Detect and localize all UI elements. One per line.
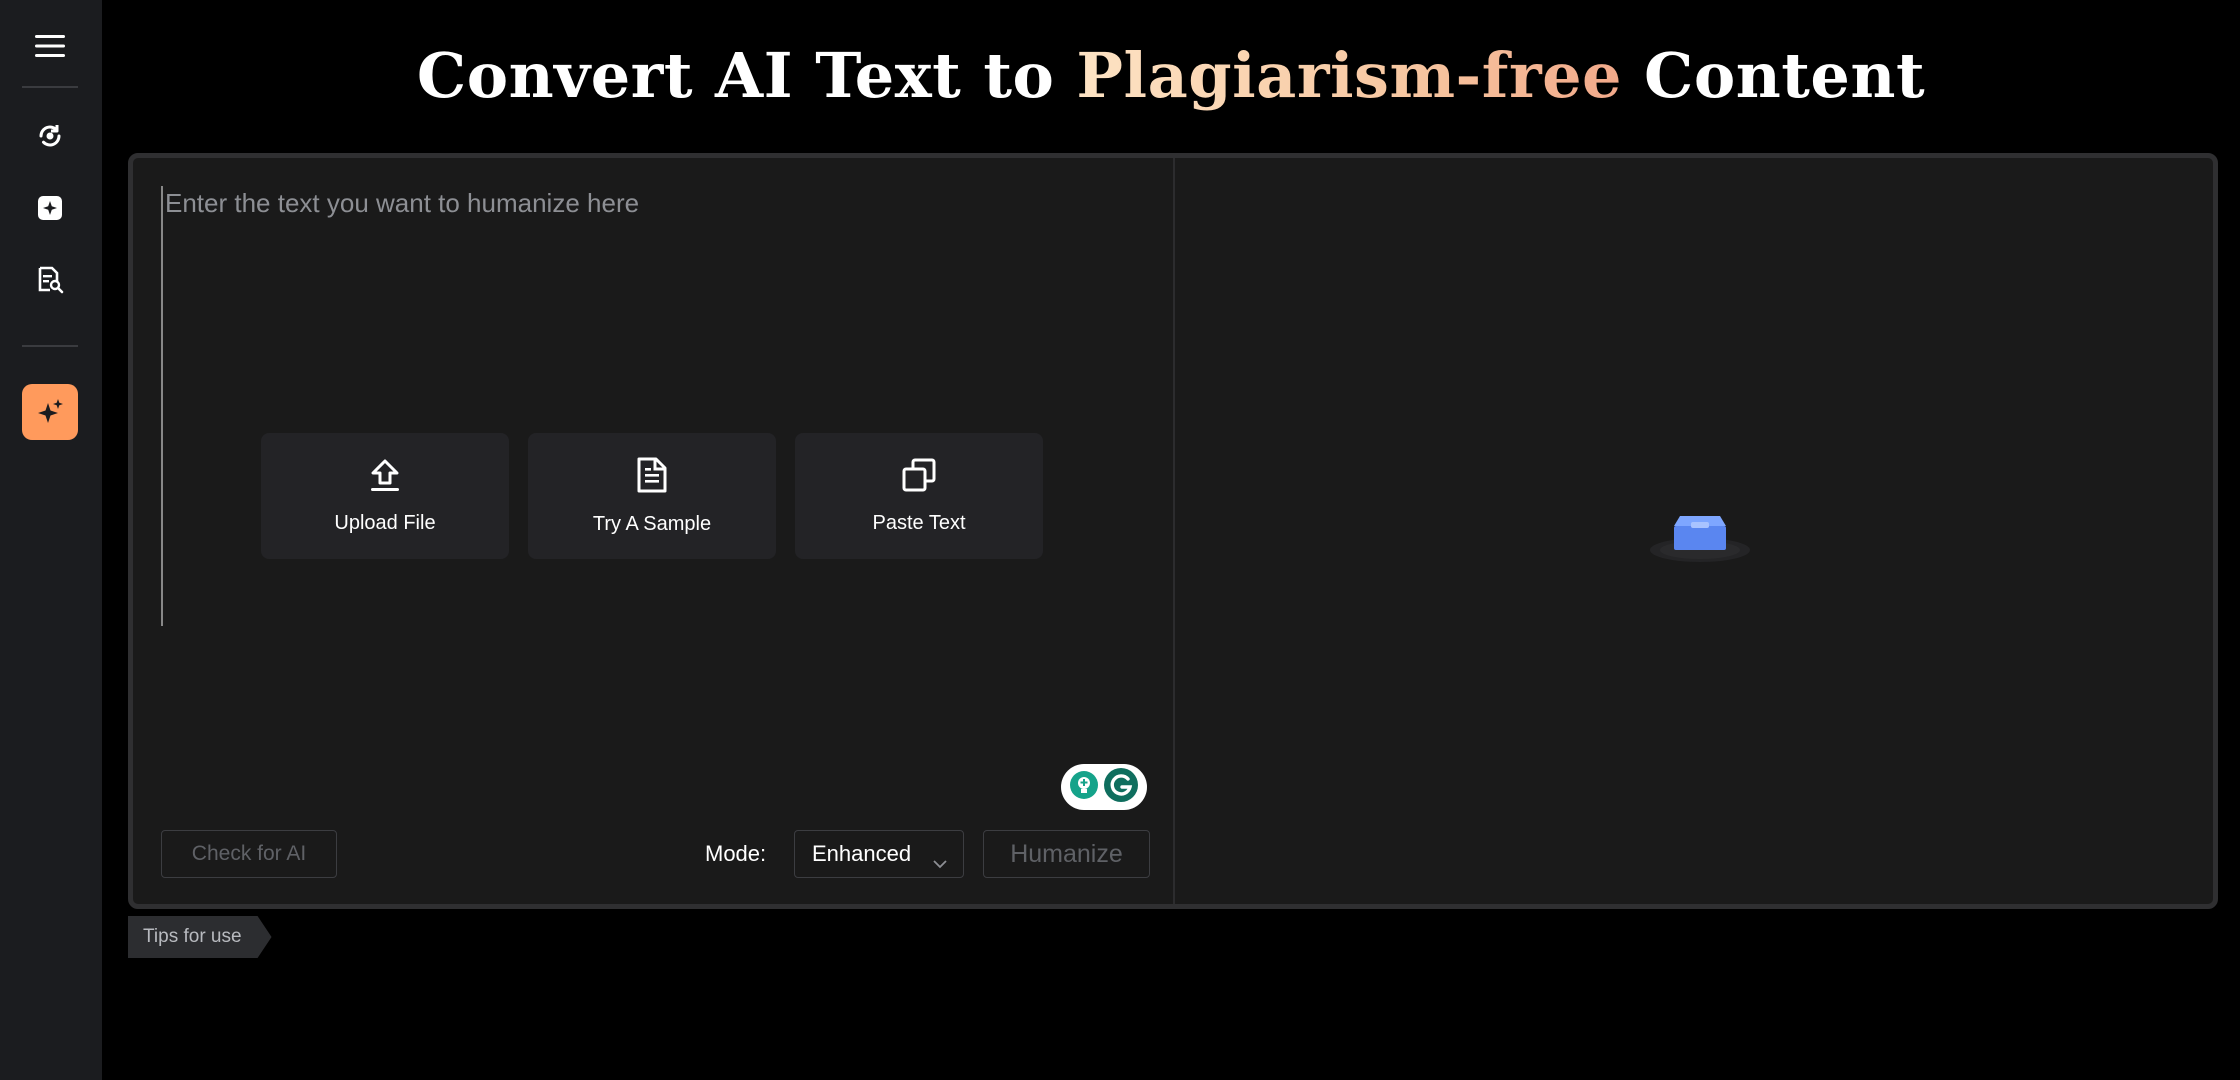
mode-value: Enhanced bbox=[812, 841, 912, 866]
sidebar-divider bbox=[22, 86, 78, 88]
copy-icon bbox=[901, 457, 937, 498]
document-icon bbox=[636, 456, 668, 499]
check-for-ai-button[interactable]: Check for AI bbox=[161, 830, 337, 878]
paste-text-button[interactable]: Paste Text bbox=[795, 433, 1043, 559]
input-pane: Upload File Try A Sample bbox=[133, 158, 1175, 904]
humanize-button[interactable]: Humanize bbox=[983, 830, 1150, 878]
sidebar-divider bbox=[22, 345, 78, 347]
grammarly-lightbulb-icon[interactable] bbox=[1069, 770, 1099, 805]
page-title-highlight: Plagiarism-free bbox=[1076, 38, 1623, 112]
grammarly-widget[interactable] bbox=[1061, 764, 1147, 810]
mode-select[interactable]: Enhanced bbox=[794, 830, 964, 878]
empty-box-icon bbox=[1645, 498, 1755, 568]
mode-label: Mode: bbox=[705, 841, 767, 866]
sidebar-item-rewrite[interactable] bbox=[22, 108, 78, 164]
page-title-prefix: Convert AI Text to bbox=[416, 38, 1055, 112]
sidebar-item-plagiarism-check[interactable] bbox=[22, 252, 78, 308]
sidebar-item-humanizer[interactable] bbox=[22, 384, 78, 440]
try-sample-label: Try A Sample bbox=[592, 513, 712, 535]
output-pane bbox=[1175, 158, 2213, 904]
try-sample-button[interactable]: Try A Sample bbox=[528, 433, 776, 559]
upload-icon bbox=[368, 457, 402, 498]
sidebar bbox=[0, 0, 102, 1080]
humanizer-panel: Upload File Try A Sample bbox=[128, 153, 2218, 909]
page-title-suffix: Content bbox=[1644, 38, 1926, 112]
document-search-icon bbox=[36, 266, 64, 294]
text-input[interactable] bbox=[161, 186, 1141, 626]
rewrite-icon bbox=[36, 122, 64, 150]
page-title: Convert AI Text to Plagiarism-free Conte… bbox=[102, 0, 2240, 150]
chevron-down-icon bbox=[933, 849, 947, 875]
menu-button[interactable] bbox=[22, 18, 78, 74]
ai-plus-icon bbox=[37, 195, 63, 221]
grammarly-logo-icon[interactable] bbox=[1103, 767, 1139, 808]
sidebar-item-ai-generator[interactable] bbox=[22, 180, 78, 236]
sparkles-icon bbox=[35, 397, 65, 427]
paste-text-label: Paste Text bbox=[872, 512, 966, 534]
upload-file-label: Upload File bbox=[334, 512, 436, 534]
tips-for-use-tag[interactable]: Tips for use bbox=[128, 916, 272, 958]
upload-file-button[interactable]: Upload File bbox=[261, 433, 509, 559]
menu-icon bbox=[35, 33, 65, 59]
